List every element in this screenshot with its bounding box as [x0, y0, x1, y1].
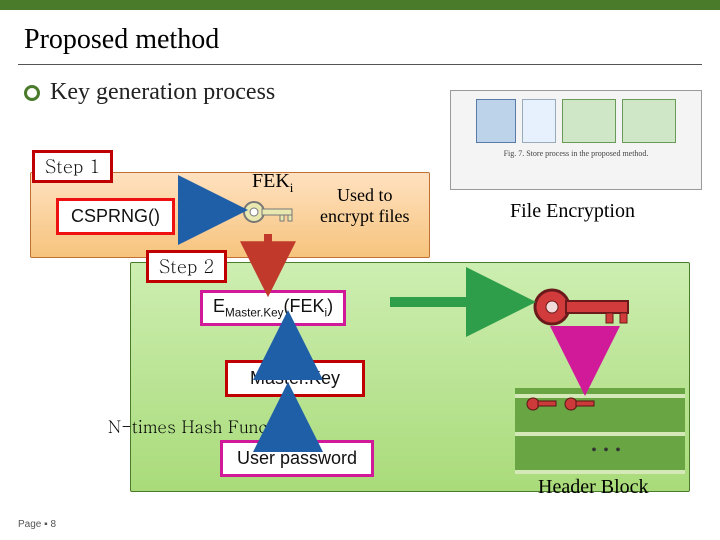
page-footer: Page ▪ 8 [18, 519, 56, 530]
page-title: Proposed method [0, 10, 720, 60]
arrows-layer [30, 150, 690, 490]
bullet-icon [24, 85, 40, 101]
diagram-stage: Step 1 CSPRNG() FEKi Used to encrypt fil… [30, 150, 690, 490]
accent-bar [0, 0, 720, 10]
subtitle: Key generation process [50, 79, 275, 106]
